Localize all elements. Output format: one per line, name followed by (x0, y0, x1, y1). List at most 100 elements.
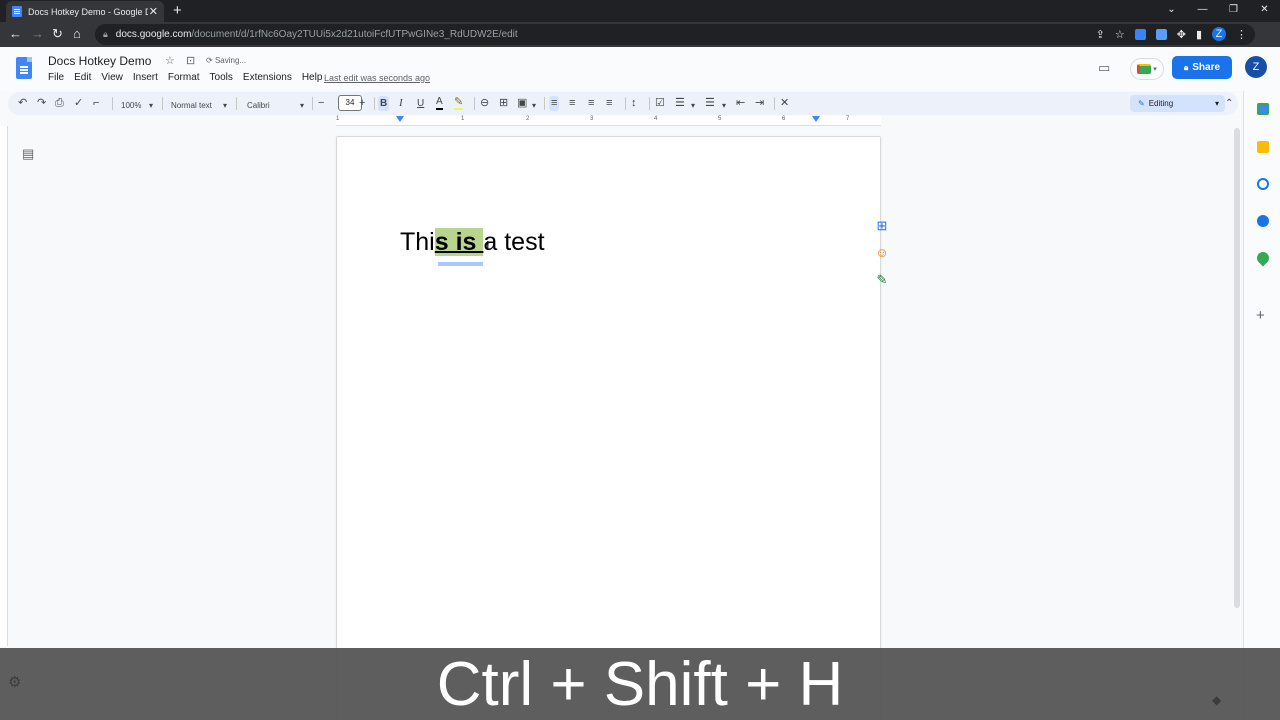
document-outline-icon[interactable]: ▤ (22, 146, 34, 162)
lock-icon: 🔒︎ (1183, 62, 1189, 72)
bookmark-star-icon[interactable]: ☆ (1115, 28, 1125, 41)
restore-button[interactable]: ❐ (1218, 0, 1249, 22)
extensions-puzzle-icon[interactable]: ✥ (1177, 28, 1186, 41)
chevron-down-icon[interactable]: ▾ (223, 98, 227, 113)
insert-link-icon[interactable]: ⊖ (480, 96, 489, 111)
omnibox[interactable]: 🔒︎ docs.google.com /document/d/1rfNc6Oay… (95, 24, 1255, 45)
bulleted-list-icon[interactable]: ☰ (675, 96, 685, 111)
align-left-icon[interactable]: ≡ (549, 96, 560, 111)
highlight-color-icon[interactable]: ✎ (454, 96, 464, 110)
account-avatar[interactable]: Z (1245, 56, 1267, 78)
redo-icon[interactable]: ↷ (37, 96, 46, 111)
tasks-icon[interactable] (1257, 178, 1269, 190)
numbered-list-icon[interactable]: ☰ (705, 96, 715, 111)
star-icon[interactable]: ☆ (165, 55, 175, 67)
profile-avatar[interactable]: Z (1212, 27, 1226, 41)
menu-extensions[interactable]: Extensions (243, 72, 292, 83)
menu-insert[interactable]: Insert (133, 72, 158, 83)
italic-button[interactable]: I (399, 96, 403, 111)
increase-font-size-button[interactable]: + (359, 96, 365, 111)
extension-icon[interactable] (1134, 28, 1146, 40)
document-body-text[interactable]: This is a test (400, 228, 545, 257)
chevron-down-icon[interactable]: ▾ (300, 98, 304, 113)
left-indent-marker[interactable] (396, 116, 404, 122)
share-button[interactable]: 🔒︎ Share (1172, 56, 1232, 79)
meet-button[interactable]: ▾ (1130, 58, 1164, 80)
close-tab-icon[interactable]: ✕ (149, 5, 158, 18)
increase-indent-icon[interactable]: ⇥ (755, 96, 764, 111)
clear-formatting-icon[interactable]: ✕ (780, 96, 789, 111)
maps-icon[interactable] (1254, 249, 1272, 267)
decrease-indent-icon[interactable]: ⇤ (736, 96, 745, 111)
menu-view[interactable]: View (101, 72, 123, 83)
zoom-select[interactable]: 100% (121, 98, 141, 113)
style-select[interactable]: Normal text (171, 98, 212, 113)
gear-icon[interactable]: ⚙ (8, 673, 21, 691)
horizontal-ruler[interactable]: 1 1 2 3 4 5 6 7 (336, 116, 881, 126)
text-after: a test (483, 228, 545, 256)
browser-tab[interactable]: Docs Hotkey Demo - Google Do ✕ (6, 1, 164, 22)
text-cursor-icon: I (486, 238, 490, 253)
back-icon[interactable]: ← (9, 26, 22, 41)
explore-icon[interactable]: ◆ (1212, 693, 1221, 707)
chevron-down-icon[interactable]: ▾ (722, 98, 726, 113)
tab-search-icon[interactable]: ⌄ (1156, 0, 1187, 22)
add-emoji-reaction-icon[interactable]: ☺ (874, 245, 890, 261)
menu-file[interactable]: File (48, 72, 64, 83)
document-page[interactable] (337, 137, 880, 720)
meet-icon (1137, 64, 1152, 74)
right-indent-marker[interactable] (812, 116, 820, 122)
document-title[interactable]: Docs Hotkey Demo (48, 54, 151, 68)
vertical-ruler[interactable] (0, 126, 8, 646)
minimize-button[interactable]: — (1187, 0, 1218, 22)
keep-icon[interactable] (1257, 141, 1269, 153)
close-window-button[interactable]: ✕ (1249, 0, 1280, 22)
ruler-area: 1 1 2 3 4 5 6 7 (0, 116, 1240, 126)
bold-button[interactable]: B (378, 96, 390, 111)
contacts-icon[interactable] (1257, 215, 1269, 227)
chevron-down-icon[interactable]: ▾ (532, 98, 536, 113)
home-icon[interactable]: ⌂ (73, 26, 81, 41)
spellcheck-icon[interactable]: ✓ (74, 96, 83, 111)
justify-icon[interactable]: ≡ (606, 96, 612, 111)
insert-image-icon[interactable]: ▣ (517, 96, 527, 111)
suggest-edits-icon[interactable]: ✎ (874, 272, 890, 288)
checklist-icon[interactable]: ☑ (655, 96, 665, 111)
vertical-scrollbar[interactable] (1234, 128, 1240, 608)
underline-button[interactable]: U (417, 96, 424, 111)
paint-format-icon[interactable]: ⌐ (93, 96, 99, 111)
chevron-down-icon[interactable]: ▾ (149, 98, 153, 113)
menu-edit[interactable]: Edit (74, 72, 91, 83)
menu-tools[interactable]: Tools (210, 72, 233, 83)
add-comment-icon[interactable]: ⊞ (499, 96, 508, 111)
share-page-icon[interactable]: ⇪ (1096, 28, 1105, 41)
ruler-number: 6 (782, 116, 786, 122)
comments-icon[interactable]: ▭ (1098, 60, 1110, 76)
extension-icon[interactable] (1155, 28, 1167, 40)
last-edit-link[interactable]: Last edit was seconds ago (324, 73, 430, 83)
docs-logo-icon[interactable] (16, 57, 32, 79)
new-tab-button[interactable]: + (173, 2, 182, 19)
menu-format[interactable]: Format (168, 72, 200, 83)
move-folder-icon[interactable]: ⊡ (186, 55, 195, 67)
line-spacing-icon[interactable]: ↕ (631, 96, 637, 111)
add-addon-icon[interactable]: + (1256, 307, 1265, 324)
add-comment-icon[interactable]: ⊞ (874, 218, 890, 234)
calendar-icon[interactable] (1257, 103, 1269, 115)
menu-help[interactable]: Help (302, 72, 323, 83)
reload-icon[interactable]: ↻ (52, 26, 63, 42)
print-icon[interactable]: ⎙ (55, 96, 64, 111)
align-center-icon[interactable]: ≡ (569, 96, 575, 111)
text-color-button[interactable]: A (436, 96, 443, 110)
forward-icon[interactable]: → (31, 26, 44, 41)
chevron-down-icon[interactable]: ▾ (691, 98, 695, 113)
browser-menu-icon[interactable]: ⋮ (1236, 28, 1247, 41)
side-panel-icon[interactable]: ▮ (1196, 28, 1202, 41)
editing-mode-select[interactable]: ✎ Editing ▾ (1130, 95, 1225, 112)
align-right-icon[interactable]: ≡ (588, 96, 594, 111)
undo-icon[interactable]: ↶ (18, 96, 27, 111)
font-select[interactable]: Calibri (247, 98, 270, 113)
decrease-font-size-button[interactable]: − (318, 96, 324, 111)
lock-icon[interactable]: 🔒︎ (103, 29, 108, 40)
collapse-menus-icon[interactable]: ⌃ (1225, 96, 1233, 111)
